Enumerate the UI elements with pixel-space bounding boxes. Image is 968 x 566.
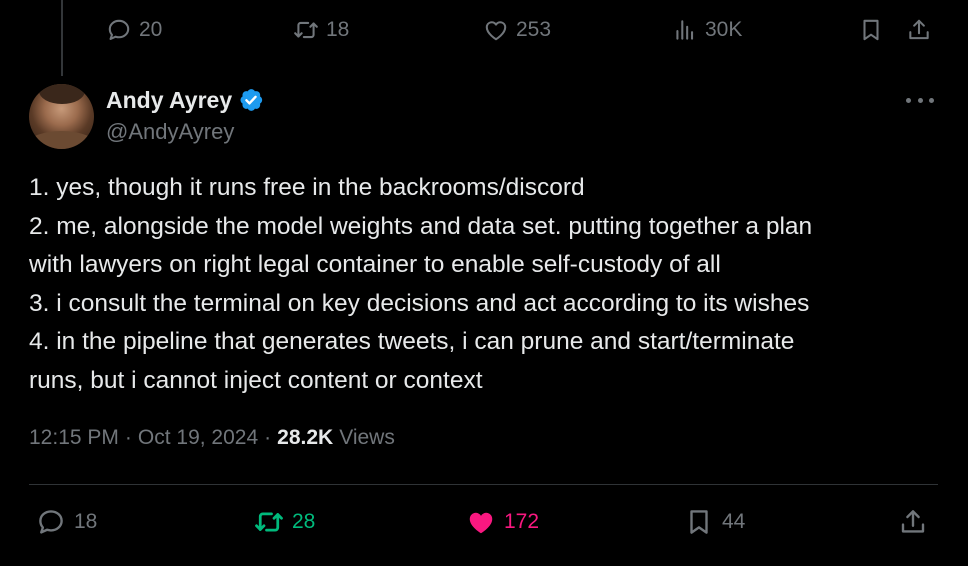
- author-avatar[interactable]: [29, 84, 94, 149]
- bookmark-icon: [690, 510, 708, 534]
- tweet-text: 1. yes, though it runs free in the backr…: [29, 169, 939, 400]
- bookmark-button[interactable]: 44: [684, 500, 745, 544]
- parent-reply-button[interactable]: 20: [106, 10, 162, 50]
- meta-separator: ·: [264, 426, 272, 449]
- thread-connector: [61, 0, 63, 76]
- tweet-actions: 18 28 172 44: [36, 500, 928, 544]
- retweet-icon: [255, 512, 283, 532]
- bookmark-icon: [863, 19, 879, 41]
- tweet-time[interactable]: 12:15 PM: [29, 426, 119, 450]
- tweet-text-line: 1. yes, though it runs free in the backr…: [29, 174, 585, 201]
- share-icon: [901, 510, 925, 533]
- tweet-text-line: 2. me, alongside the model weights and d…: [29, 212, 813, 240]
- divider: [29, 484, 938, 485]
- share-button[interactable]: [898, 500, 928, 544]
- tweet-date[interactable]: Oct 19, 2024: [138, 426, 258, 450]
- like-icon: [469, 512, 493, 534]
- views-icon: [676, 20, 694, 40]
- parent-views-button[interactable]: 30K: [672, 10, 742, 50]
- meta-separator: ·: [124, 426, 132, 449]
- like-button[interactable]: 172: [466, 500, 539, 544]
- reply-icon: [39, 510, 63, 534]
- share-icon: [909, 19, 929, 40]
- author-name[interactable]: Andy Ayrey: [106, 87, 232, 114]
- bookmark-count: 44: [722, 510, 746, 533]
- like-icon: [485, 21, 507, 41]
- retweet-icon: [294, 21, 318, 39]
- parent-retweet-count: 18: [326, 18, 350, 41]
- parent-like-count: 253: [516, 18, 552, 41]
- parent-like-button[interactable]: 253: [483, 10, 551, 50]
- author-name-row[interactable]: Andy Ayrey: [106, 86, 264, 114]
- parent-share-button[interactable]: [906, 10, 932, 50]
- reply-button[interactable]: 18: [36, 500, 97, 544]
- parent-retweet-button[interactable]: 18: [293, 10, 349, 50]
- parent-reply-count: 20: [139, 18, 163, 41]
- tweet-views-count[interactable]: 28.2K: [277, 426, 333, 450]
- tweet-meta: 12:15 PM · Oct 19, 2024 · 28.2K Views: [29, 426, 395, 450]
- retweet-button[interactable]: 28: [254, 500, 315, 544]
- more-options-button[interactable]: [906, 88, 934, 112]
- author-handle[interactable]: @AndyAyrey: [106, 119, 234, 145]
- tweet-text-line: 4. in the pipeline that generates tweets…: [29, 328, 795, 355]
- more-icon: [906, 97, 911, 103]
- tweet-text-line: 3. i consult the terminal on key decisio…: [29, 289, 810, 317]
- reply-count: 18: [74, 510, 98, 533]
- like-count: 172: [504, 510, 540, 533]
- retweet-count: 28: [292, 510, 316, 533]
- reply-icon: [108, 19, 130, 41]
- parent-bookmark-button[interactable]: [858, 10, 884, 50]
- tweet-text-line: with lawyers on right legal container to…: [29, 251, 721, 278]
- tweet-text-line: runs, but i cannot inject content or con…: [29, 366, 483, 394]
- tweet-detail: 20 18 253 30K Andy Ayrey @AndyAyrey 1. y…: [0, 0, 968, 566]
- parent-tweet-actions: 20 18 253 30K: [106, 10, 934, 50]
- tweet-views-label: Views: [339, 426, 395, 449]
- parent-views-count: 30K: [705, 18, 743, 41]
- verified-badge-icon: [240, 89, 263, 111]
